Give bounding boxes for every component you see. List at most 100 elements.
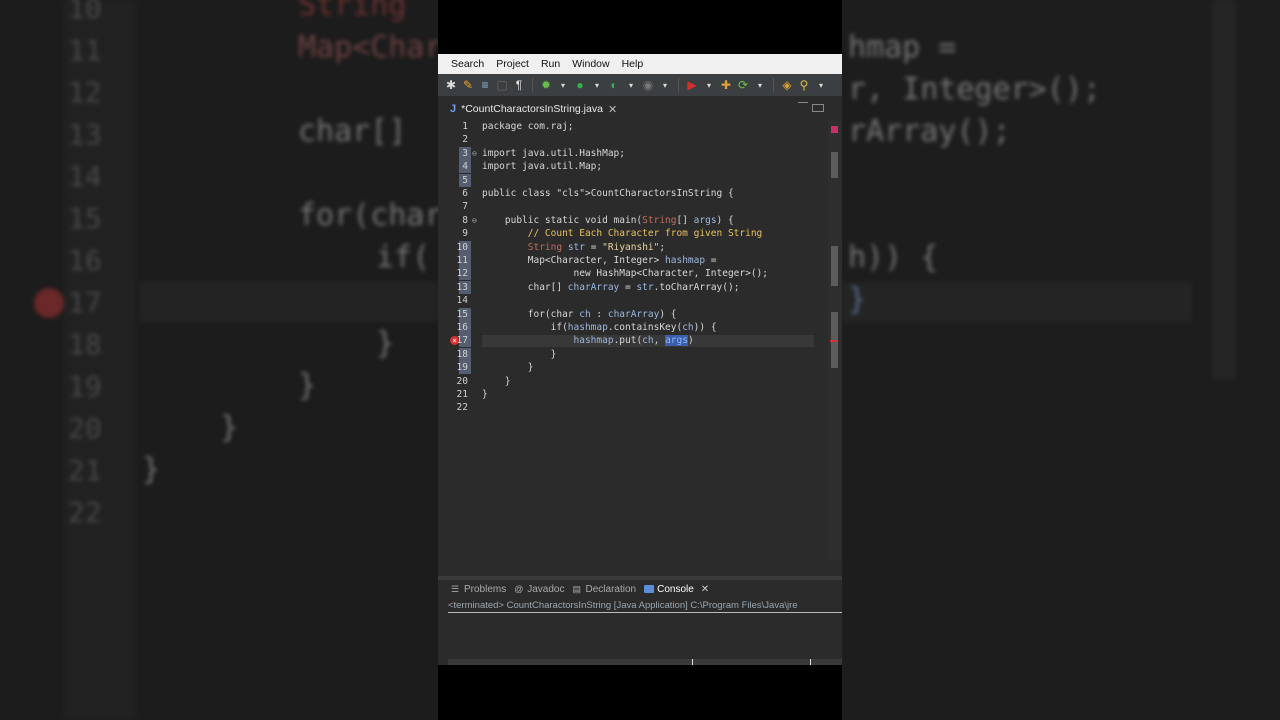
bg-line-number: 21 [68, 454, 102, 487]
code-text: // Count Each Character from given Strin… [482, 228, 763, 240]
bg-code: String [298, 0, 407, 23]
new-class-icon[interactable]: ⟳ [736, 78, 750, 92]
console-status: <terminated> CountCharactorsInString [Ja… [448, 600, 798, 611]
code-text: package com.raj; [482, 121, 574, 132]
bg-code: } [220, 410, 239, 445]
code-line[interactable]: 3 ⊖ import java.util.HashMap; [438, 146, 828, 160]
code-area[interactable]: 1 package com.raj; 2 3 ⊖ import java.util.Has… [438, 120, 831, 570]
external-tools-icon[interactable]: ◉ [641, 78, 655, 92]
tab-label: Declaration [585, 583, 637, 595]
line-number: 2 [462, 134, 468, 146]
show-whitespace-icon[interactable]: ¶ [512, 78, 526, 92]
bg-line-number: 20 [68, 412, 102, 445]
code-line[interactable]: 9 // Count Each Character from given Str… [438, 227, 828, 240]
tab-label: Javadoc [527, 583, 565, 595]
code-text: } [482, 389, 488, 400]
code-line[interactable]: 4 import java.util.Map; [438, 160, 828, 174]
mark-occurrences-icon[interactable]: ✎ [461, 78, 475, 92]
code-line[interactable]: 15 for(char ch : charArray) { [438, 307, 828, 321]
fold-icon[interactable]: ⊖ [472, 216, 477, 225]
word-wrap-icon[interactable]: ≡ [478, 78, 492, 92]
menu-window[interactable]: Window [566, 58, 615, 70]
horizontal-scrollbar[interactable] [448, 659, 842, 665]
code-line[interactable]: 22 [438, 401, 828, 414]
console-icon [644, 585, 655, 593]
coverage-icon[interactable]: ◐ [607, 78, 621, 92]
tab-console[interactable]: Console ✕ [644, 584, 709, 595]
bg-line-number: 12 [68, 76, 102, 109]
code-line[interactable]: 10 String str = "Riyanshi"; [438, 240, 828, 254]
run-icon[interactable]: ● [573, 78, 587, 92]
run-last-icon[interactable]: ▶ [685, 78, 699, 92]
code-text: public class "cls">CountCharactorsInStri… [482, 188, 734, 199]
code-text: Map<Character, Integer> hashmap = [482, 255, 717, 266]
overview-ruler[interactable] [828, 120, 842, 560]
bg-line-number: 18 [68, 328, 102, 361]
toggle-breadcrumb-icon[interactable]: ✱ [444, 78, 458, 92]
code-line[interactable]: 16 if(hashmap.containsKey(ch)) { [438, 321, 828, 334]
code-line[interactable]: 13 char[] charArray = str.toCharArray(); [438, 280, 828, 294]
code-line[interactable]: 18 } [438, 347, 828, 361]
tab-declaration[interactable]: ▤ Declaration [573, 584, 637, 595]
dropdown-icon[interactable]: ▾ [624, 78, 638, 92]
code-line[interactable]: 6 public class "cls">CountCharactorsInStr… [438, 187, 828, 200]
dropdown-icon[interactable]: ▾ [814, 78, 828, 92]
debug-icon[interactable]: ✹ [539, 78, 553, 92]
code-line[interactable]: 8 ⊖ public static void main(String[] args… [438, 214, 828, 227]
code-line[interactable]: 7 [438, 200, 828, 213]
problems-icon: ☰ [451, 584, 460, 594]
line-number: 10 [456, 241, 468, 253]
maximize-icon[interactable] [812, 104, 824, 112]
code-line[interactable]: 21} [438, 388, 828, 401]
line-number: 7 [462, 201, 468, 213]
minimize-icon[interactable] [798, 102, 808, 103]
code-text: } [482, 348, 557, 360]
line-number: 15 [456, 308, 468, 320]
new-java-project-icon[interactable]: ✚ [719, 78, 733, 92]
dropdown-icon[interactable]: ▾ [556, 78, 570, 92]
line-number: 6 [462, 188, 468, 199]
dropdown-icon[interactable]: ▾ [658, 78, 672, 92]
dropdown-icon[interactable]: ▾ [702, 78, 716, 92]
code-line[interactable]: 12 new HashMap<Character, Integer>(); [438, 267, 828, 281]
declaration-icon: ▤ [572, 584, 582, 594]
ide-window: Search Project Run Window Help ✱ ✎ ≡ ▢ ¶… [438, 54, 842, 665]
bg-line-number: 22 [68, 496, 102, 529]
line-number: 13 [456, 281, 468, 293]
bg-code: r, Integer>(); [848, 72, 1101, 107]
bg-code: } [142, 452, 161, 487]
line-number: 3 [462, 147, 468, 159]
code-line[interactable]: 5 [438, 173, 828, 187]
code-line[interactable]: 19 } [438, 361, 828, 375]
line-number: 4 [462, 161, 468, 173]
toolbar: ✱ ✎ ≡ ▢ ¶ ✹ ▾ ● ▾ ◐ ▾ ◉ ▾ ▶ ▾ ✚ ⟳ ▾ ◈ ⚲ … [438, 74, 842, 96]
editor-tab[interactable]: J *CountCharactorsInString.java ✕ [450, 100, 617, 118]
fold-icon[interactable]: ⊖ [472, 149, 477, 158]
panel-tabs: ☰ Problems @ Javadoc ▤ Declaration Conso… [438, 580, 842, 598]
menu-help[interactable]: Help [616, 58, 650, 70]
tab-javadoc[interactable]: @ Javadoc [514, 584, 564, 595]
open-type-icon[interactable]: ◈ [780, 78, 794, 92]
close-icon[interactable]: ✕ [701, 584, 709, 595]
code-line[interactable]: × 17 hashmap.put(ch, args) [438, 334, 828, 348]
code-line[interactable]: 11 Map<Character, Integer> hashmap = [438, 254, 828, 267]
search-icon[interactable]: ⚲ [797, 78, 811, 92]
dropdown-icon[interactable]: ▾ [590, 78, 604, 92]
code-line[interactable]: 14 [438, 294, 828, 307]
line-number: 17 [456, 335, 468, 347]
block-selection-icon[interactable]: ▢ [495, 78, 509, 92]
menu-search[interactable]: Search [445, 58, 490, 70]
code-line[interactable]: 1 package com.raj; [438, 120, 828, 133]
dropdown-icon[interactable]: ▾ [753, 78, 767, 92]
bg-code: char[] [298, 114, 407, 149]
menu-project[interactable]: Project [490, 58, 535, 70]
code-text: for(char ch : charArray) { [482, 308, 677, 320]
tab-problems[interactable]: ☰ Problems [451, 584, 506, 595]
code-text: String str = "Riyanshi"; [527, 241, 666, 253]
close-icon[interactable]: ✕ [608, 103, 617, 116]
line-number: 18 [456, 348, 468, 360]
code-line[interactable]: 20 } [438, 375, 828, 388]
menu-run[interactable]: Run [535, 58, 566, 70]
code-line[interactable]: 2 [438, 133, 828, 146]
code-editor[interactable]: J *CountCharactorsInString.java ✕ 1 packa… [438, 100, 842, 576]
